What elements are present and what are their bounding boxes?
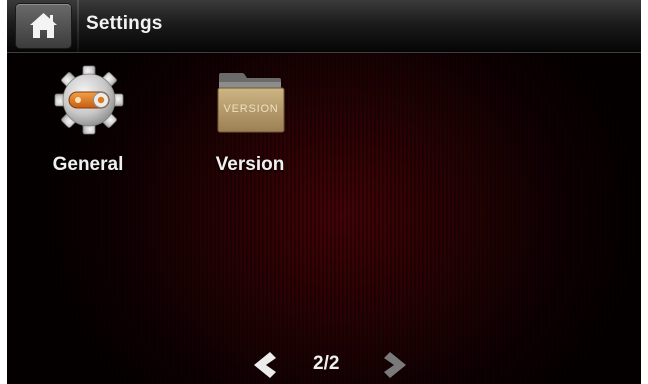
screen-border-right — [641, 0, 648, 384]
general-tile[interactable]: General — [38, 64, 138, 184]
home-icon — [30, 13, 57, 38]
pager: 2/2 — [7, 340, 641, 384]
screen: Settings General VERSION Version 2/2 — [0, 0, 648, 384]
chevron-right-icon[interactable] — [384, 350, 410, 380]
screen-border-left — [0, 0, 7, 384]
version-label: Version — [215, 154, 285, 175]
page-title: Settings — [86, 13, 163, 34]
home-button[interactable] — [16, 4, 71, 48]
gear-toggle-icon — [54, 65, 124, 135]
chevron-left-icon[interactable] — [250, 350, 276, 380]
version-folder-icon: VERSION — [217, 73, 285, 133]
page-indicator: 2/2 — [313, 353, 340, 374]
top-bar: Settings — [7, 0, 641, 53]
version-tile[interactable]: VERSION Version — [200, 64, 300, 184]
top-bar-divider — [77, 0, 79, 52]
general-label: General — [52, 154, 124, 175]
version-icon-text: VERSION — [223, 103, 278, 115]
